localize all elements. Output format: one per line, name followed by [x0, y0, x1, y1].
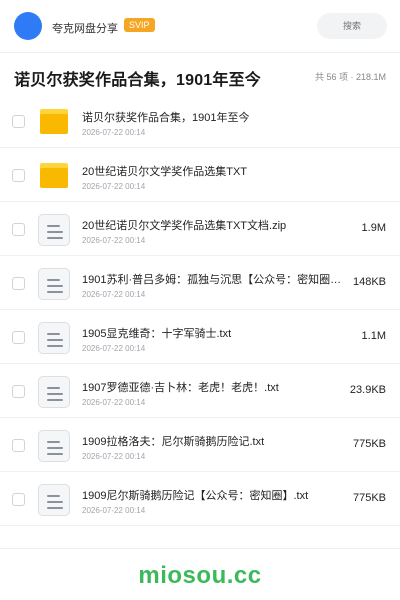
file-list: 诺贝尔获奖作品合集，1901年至今 2026-07-22 00:14 20世纪诺…	[0, 94, 400, 526]
header-divider	[0, 52, 400, 53]
document-icon	[38, 376, 70, 408]
document-icon	[38, 214, 70, 246]
item-size: 1.9M	[361, 222, 386, 234]
item-date: 2026-07-22 00:14	[82, 506, 146, 515]
select-checkbox[interactable]	[12, 493, 25, 506]
item-summary: 共 56 项 · 218.1M	[314, 72, 386, 82]
select-checkbox[interactable]	[12, 439, 25, 452]
document-icon	[38, 430, 70, 462]
avatar[interactable]	[14, 12, 42, 40]
item-size: 775KB	[352, 438, 386, 450]
item-date: 2026-07-22 00:14	[82, 182, 146, 191]
svip-badge: SVIP	[124, 18, 155, 32]
document-icon	[38, 322, 70, 354]
item-date: 2026-07-22 00:14	[82, 452, 146, 461]
list-item[interactable]: 1901苏利·普吕多姆：孤独与沉思【公众号：密知圈】.txt 2026-07-2…	[0, 256, 400, 310]
item-name: 1905显克维奇：十字军骑士.txt	[82, 328, 232, 340]
item-size: 775KB	[352, 492, 386, 504]
list-item[interactable]: 诺贝尔获奖作品合集，1901年至今 2026-07-22 00:14	[0, 94, 400, 148]
item-date: 2026-07-22 00:14	[82, 128, 146, 137]
item-name: 诺贝尔获奖作品合集，1901年至今	[82, 112, 250, 124]
item-name: 1901苏利·普吕多姆：孤独与沉思【公众号：密知圈】.txt	[82, 274, 348, 286]
footer-divider	[0, 548, 400, 549]
list-item[interactable]: 1907罗德亚德·吉卜林：老虎！老虎！.txt 2026-07-22 00:14…	[0, 364, 400, 418]
item-name: 1909拉格洛夫：尼尔斯骑鹅历险记.txt	[82, 436, 265, 448]
item-name: 1907罗德亚德·吉卜林：老虎！老虎！.txt	[82, 382, 279, 394]
folder-icon	[38, 106, 70, 138]
item-name: 20世纪诺贝尔文学奖作品选集TXT	[82, 166, 248, 178]
document-icon	[38, 484, 70, 516]
list-item[interactable]: 1909尼尔斯骑鹅历险记【公众号：密知圈】.txt 2026-07-22 00:…	[0, 472, 400, 526]
select-checkbox[interactable]	[12, 115, 25, 128]
item-date: 2026-07-22 00:14	[82, 236, 146, 245]
item-size: 1.1M	[361, 330, 386, 342]
select-checkbox[interactable]	[12, 385, 25, 398]
item-date: 2026-07-22 00:14	[82, 290, 146, 299]
select-checkbox[interactable]	[12, 277, 25, 290]
list-item[interactable]: 20世纪诺贝尔文学奖作品选集TXT文档.zip 2026-07-22 00:14…	[0, 202, 400, 256]
folder-icon	[38, 160, 70, 192]
app-name: 夸克网盘分享	[52, 23, 118, 35]
select-checkbox[interactable]	[12, 331, 25, 344]
watermark: miosou.cc	[138, 562, 262, 589]
item-date: 2026-07-22 00:14	[82, 344, 146, 353]
item-name: 20世纪诺贝尔文学奖作品选集TXT文档.zip	[82, 220, 287, 232]
item-date: 2026-07-22 00:14	[82, 398, 146, 407]
item-size: 148KB	[352, 276, 386, 288]
list-item[interactable]: 1905显克维奇：十字军骑士.txt 2026-07-22 00:14 1.1M	[0, 310, 400, 364]
page-title: 诺贝尔获奖作品合集，1901年至今	[14, 72, 261, 89]
select-checkbox[interactable]	[12, 169, 25, 182]
list-item[interactable]: 20世纪诺贝尔文学奖作品选集TXT 2026-07-22 00:14	[0, 148, 400, 202]
item-name: 1909尼尔斯骑鹅历险记【公众号：密知圈】.txt	[82, 490, 309, 502]
select-checkbox[interactable]	[12, 223, 25, 236]
document-icon	[38, 268, 70, 300]
list-item[interactable]: 1909拉格洛夫：尼尔斯骑鹅历险记.txt 2026-07-22 00:14 7…	[0, 418, 400, 472]
search-input[interactable]	[317, 13, 387, 39]
item-size: 23.9KB	[349, 384, 386, 396]
top-bar: 夸克网盘分享 SVIP	[0, 0, 400, 52]
